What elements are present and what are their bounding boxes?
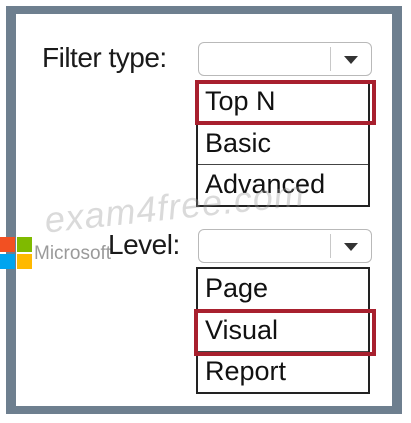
filter-type-option-basic[interactable]: Basic [198, 123, 368, 164]
level-options-list: Page Visual Report [196, 267, 370, 394]
filter-type-label: Filter type: [42, 42, 167, 73]
microsoft-logo-icon [0, 237, 32, 269]
level-option-page[interactable]: Page [198, 269, 368, 310]
chevron-down-icon[interactable] [344, 243, 358, 251]
level-label: Level: [108, 229, 180, 260]
chevron-down-icon[interactable] [344, 56, 358, 64]
level-option-report[interactable]: Report [198, 351, 368, 392]
level-dropdown[interactable] [198, 229, 372, 263]
microsoft-brand-text: Microsoft [34, 243, 112, 264]
dropdown-divider [330, 47, 331, 71]
level-option-visual[interactable]: Visual [198, 310, 368, 351]
filter-type-options-list: Top N Basic Advanced [196, 80, 370, 207]
filter-type-option-advanced[interactable]: Advanced [198, 164, 368, 205]
dropdown-divider [330, 234, 331, 258]
filter-type-option-top-n[interactable]: Top N [198, 82, 368, 123]
filter-type-dropdown[interactable] [198, 42, 372, 76]
